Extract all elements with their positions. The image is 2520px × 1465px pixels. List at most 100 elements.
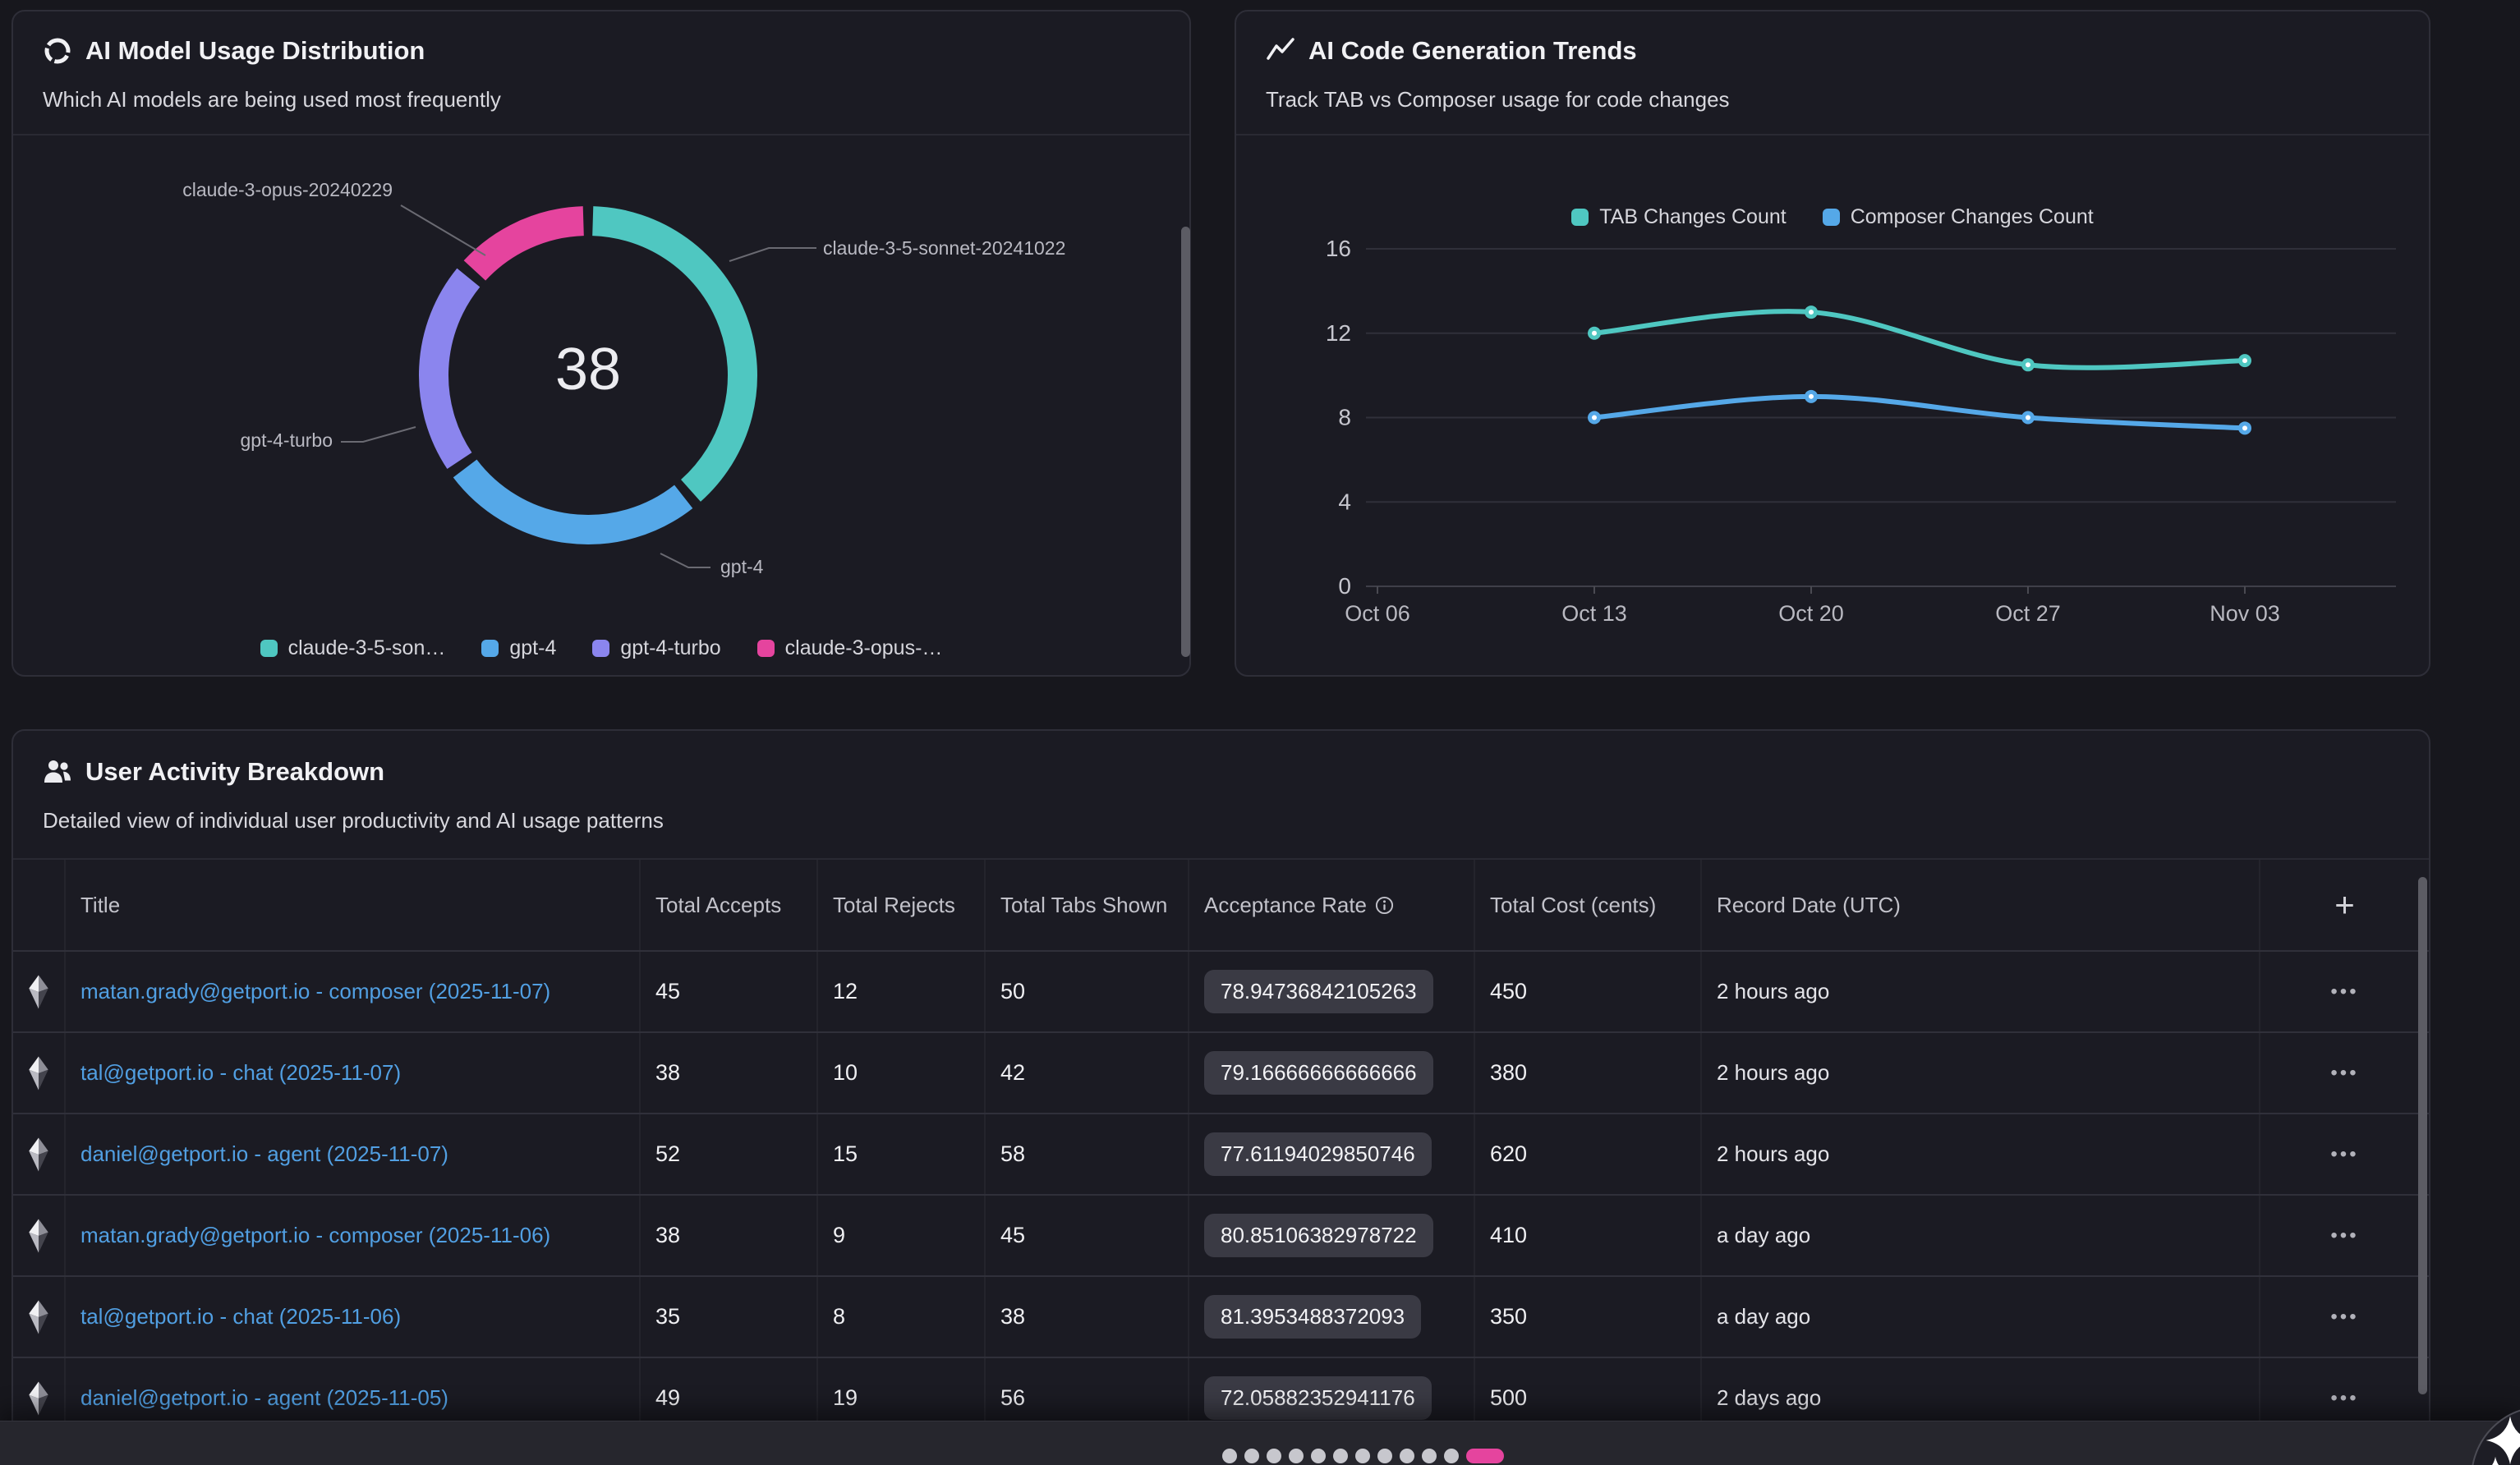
column-header-label: Acceptance Rate (1204, 893, 1367, 918)
row-cost-cell: 620 (1475, 1114, 1702, 1194)
row-date-value: a day ago (1717, 1223, 1810, 1248)
table-row[interactable]: matan.grady@getport.io - composer (2025-… (13, 1196, 2429, 1277)
row-accepts-cell: 52 (641, 1114, 818, 1194)
user-activity-card: User Activity Breakdown Detailed view of… (11, 729, 2430, 1465)
table-body: matan.grady@getport.io - composer (2025-… (13, 952, 2429, 1440)
row-date-cell: 2 hours ago (1702, 1033, 2260, 1113)
row-date-value: a day ago (1717, 1304, 1810, 1330)
row-tabs-cell: 45 (986, 1196, 1189, 1275)
legend-item-gpt-4[interactable]: gpt-4 (481, 636, 556, 660)
table-row[interactable]: matan.grady@getport.io - composer (2025-… (13, 952, 2429, 1033)
donut-total-value: 38 (465, 336, 711, 403)
entity-gem-icon (24, 1055, 53, 1091)
pagination-dots (1222, 1449, 1504, 1463)
row-title-link[interactable]: tal@getport.io - chat (2025-11-07) (80, 1060, 401, 1086)
column-header-date: Record Date (UTC) (1702, 860, 2260, 950)
column-header-label: Total Cost (cents) (1490, 893, 1656, 918)
row-cost-value: 620 (1490, 1141, 1527, 1167)
line-chart: 0481216Oct 06Oct 13Oct 20Oct 27Nov 03 (1236, 11, 2432, 678)
row-rejects-value: 19 (833, 1385, 858, 1411)
legend-item-claude-3-opus-20240229[interactable]: claude-3-opus-… (757, 636, 943, 660)
row-tabs-cell: 38 (986, 1277, 1189, 1357)
legend-swatch (481, 640, 499, 657)
model-usage-card: AI Model Usage Distribution Which AI mod… (11, 10, 1191, 677)
x-axis-label-Oct 06: Oct 06 (1345, 601, 1410, 626)
page-dot-3[interactable] (1267, 1449, 1281, 1463)
row-actions-button[interactable]: ••• (2260, 1196, 2429, 1275)
page-dot-4[interactable] (1289, 1449, 1304, 1463)
row-icon-cell (13, 1277, 66, 1357)
row-tabs-cell: 42 (986, 1033, 1189, 1113)
row-tabs-cell: 50 (986, 952, 1189, 1031)
row-date-value: 2 days ago (1717, 1385, 1821, 1411)
row-accepts-value: 38 (655, 1223, 680, 1248)
row-rejects-cell: 8 (818, 1277, 986, 1357)
donut-segment-claude-3-opus-20240229[interactable] (475, 221, 583, 270)
page-dot-12[interactable] (1466, 1449, 1504, 1463)
row-cost-value: 410 (1490, 1223, 1527, 1248)
page-dot-2[interactable] (1244, 1449, 1259, 1463)
add-column-button[interactable]: + (2260, 860, 2429, 950)
entity-gem-icon (24, 974, 53, 1010)
page-dot-7[interactable] (1355, 1449, 1370, 1463)
row-title-link[interactable]: tal@getport.io - chat (2025-11-06) (80, 1304, 401, 1330)
column-header-icon (13, 860, 66, 950)
row-accepts-value: 49 (655, 1385, 680, 1411)
series-line-Composer Changes Count (1594, 397, 2245, 429)
page-dot-5[interactable] (1311, 1449, 1326, 1463)
acceptance-rate-badge: 80.85106382978722 (1204, 1214, 1433, 1257)
page-dot-6[interactable] (1333, 1449, 1348, 1463)
legend-label: claude-3-opus-… (785, 636, 943, 660)
donut-label-gpt-4: gpt-4 (720, 556, 763, 578)
row-tabs-value: 56 (1000, 1385, 1025, 1411)
page-dot-10[interactable] (1422, 1449, 1437, 1463)
donut-segment-gpt-4[interactable] (465, 468, 683, 530)
row-rate-cell: 77.61194029850746 (1189, 1114, 1475, 1194)
entity-gem-icon (24, 1137, 53, 1173)
column-header-label: Total Accepts (655, 893, 781, 918)
legend-label: gpt-4 (509, 636, 556, 660)
acceptance-rate-badge: 79.16666666666666 (1204, 1051, 1433, 1095)
row-date-value: 2 hours ago (1717, 1141, 1829, 1167)
table-header-row: Title Total Accepts Total Rejects Total Tab… (13, 860, 2429, 952)
donut-segment-gpt-4-turbo[interactable] (434, 278, 468, 461)
row-title-link[interactable]: matan.grady@getport.io - composer (2025-… (80, 1223, 550, 1248)
column-header-rejects: Total Rejects (818, 860, 986, 950)
page-dot-9[interactable] (1400, 1449, 1414, 1463)
page-dot-8[interactable] (1377, 1449, 1392, 1463)
column-header-label: Record Date (UTC) (1717, 893, 1901, 918)
page-dot-11[interactable] (1444, 1449, 1459, 1463)
column-header-label: Total Tabs Shown (1000, 893, 1167, 918)
donut-card-scrollbar[interactable] (1181, 227, 1190, 657)
entity-gem-icon (24, 1380, 53, 1417)
row-rejects-value: 8 (833, 1304, 845, 1330)
row-actions-button[interactable]: ••• (2260, 1277, 2429, 1357)
code-trends-card: AI Code Generation Trends Track TAB vs C… (1235, 10, 2430, 677)
info-icon[interactable] (1375, 896, 1394, 915)
row-actions-button[interactable]: ••• (2260, 1033, 2429, 1113)
column-header-label: Title (80, 893, 120, 918)
row-cost-cell: 350 (1475, 1277, 1702, 1357)
legend-item-claude-3-5-sonnet-20241022[interactable]: claude-3-5-son… (260, 636, 446, 660)
y-axis-tick-0: 0 (1338, 573, 1351, 599)
table-scrollbar[interactable] (2418, 877, 2427, 1394)
column-header-cost: Total Cost (cents) (1475, 860, 1702, 950)
page-dot-1[interactable] (1222, 1449, 1237, 1463)
row-cost-value: 350 (1490, 1304, 1527, 1330)
row-title-link[interactable]: matan.grady@getport.io - composer (2025-… (80, 979, 550, 1004)
row-rate-cell: 78.94736842105263 (1189, 952, 1475, 1031)
row-title-link[interactable]: daniel@getport.io - agent (2025-11-05) (80, 1385, 448, 1411)
legend-item-gpt-4-turbo[interactable]: gpt-4-turbo (592, 636, 720, 660)
row-accepts-cell: 35 (641, 1277, 818, 1357)
table-row[interactable]: tal@getport.io - chat (2025-11-06)358388… (13, 1277, 2429, 1358)
sparkle-icon-small (2477, 1455, 2513, 1465)
row-accepts-cell: 45 (641, 952, 818, 1031)
row-rejects-value: 12 (833, 979, 858, 1004)
table-row[interactable]: daniel@getport.io - agent (2025-11-07) 52… (13, 1114, 2429, 1196)
row-title-cell: daniel@getport.io - agent (2025-11-07) (66, 1114, 641, 1194)
row-actions-button[interactable]: ••• (2260, 952, 2429, 1031)
row-actions-button[interactable]: ••• (2260, 1114, 2429, 1194)
row-rejects-cell: 9 (818, 1196, 986, 1275)
table-row[interactable]: tal@getport.io - chat (2025-11-07)381042… (13, 1033, 2429, 1114)
row-title-link[interactable]: daniel@getport.io - agent (2025-11-07) (80, 1141, 448, 1167)
